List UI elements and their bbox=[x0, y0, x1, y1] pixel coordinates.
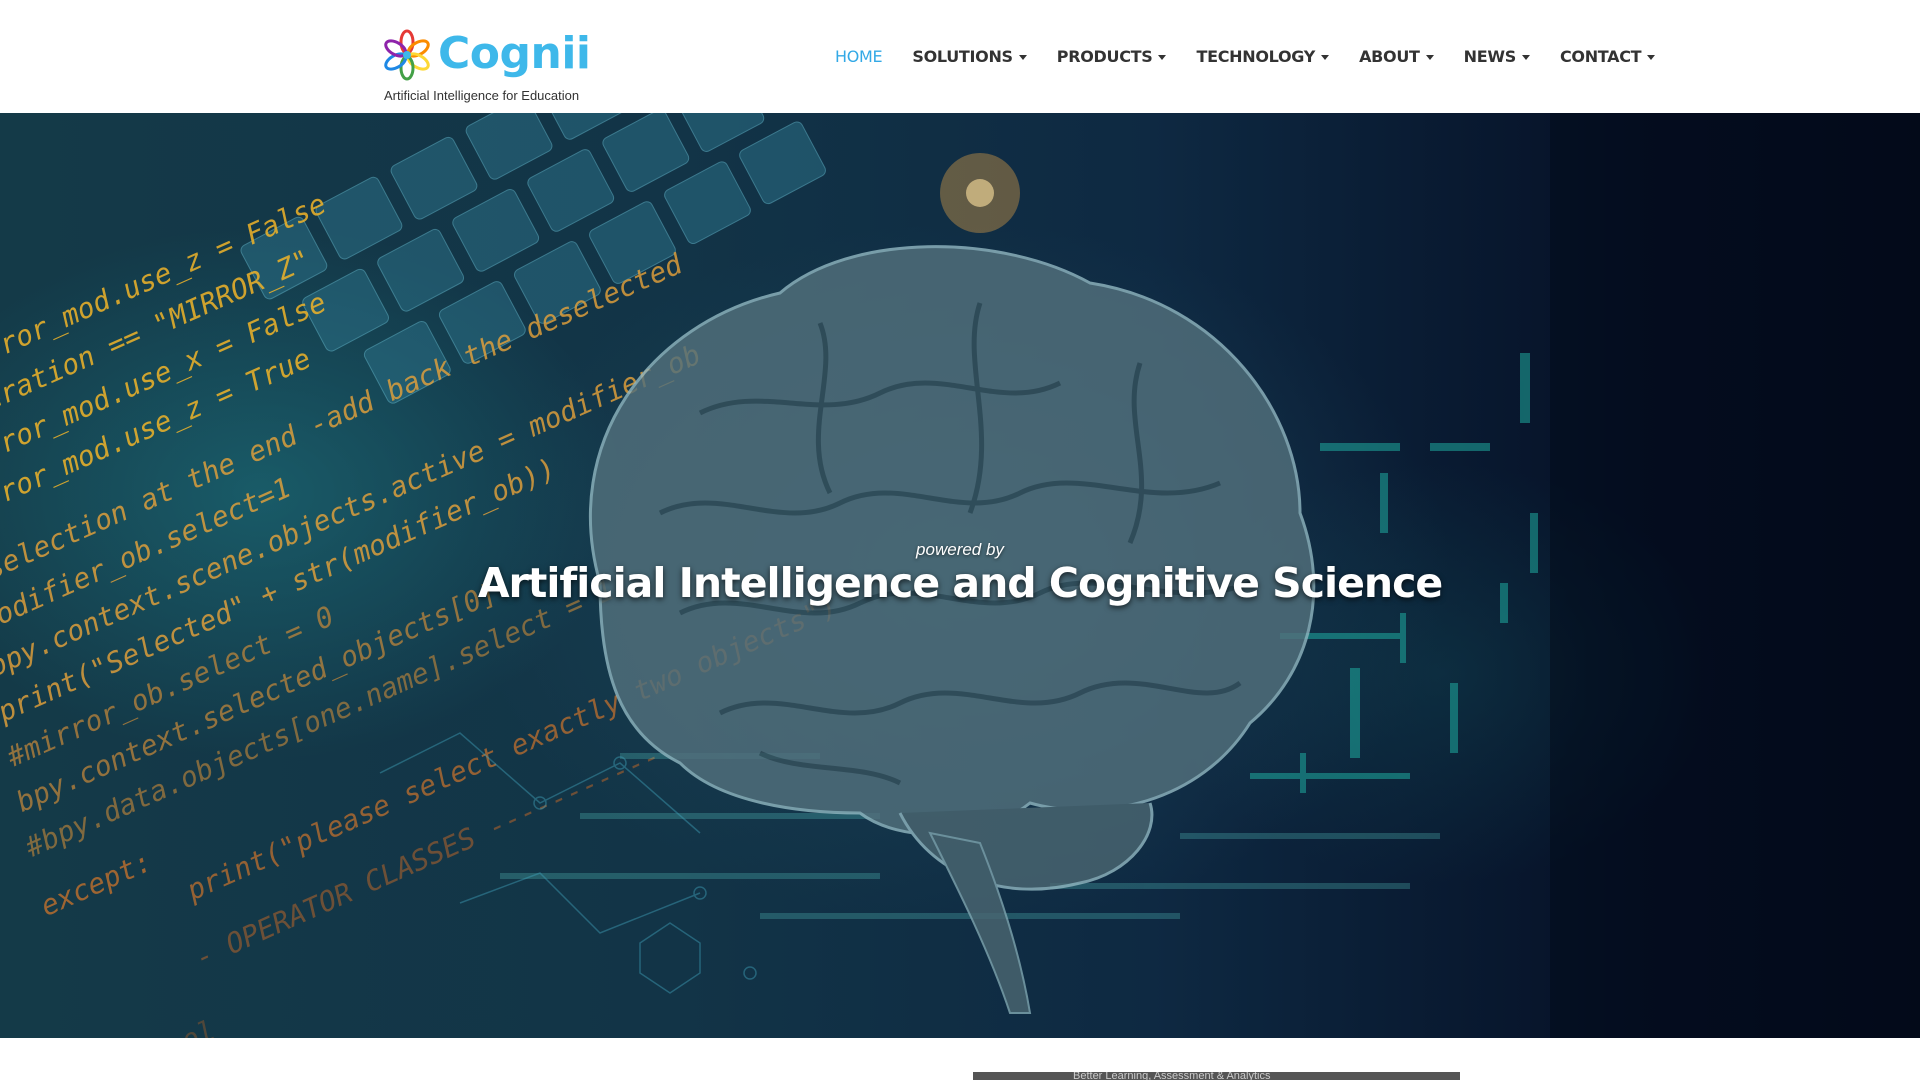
logo-petal bbox=[399, 55, 415, 81]
nav-solutions-label: SOLUTIONS bbox=[912, 47, 1013, 66]
video-thumbnail[interactable]: Better Learning, Assessment & Analytics bbox=[973, 1072, 1460, 1080]
brand-logo[interactable]: Cognii Artificial Intelligence for Educa… bbox=[384, 26, 591, 106]
video-caption: Better Learning, Assessment & Analytics bbox=[1073, 1072, 1271, 1080]
nav-home-label: HOME bbox=[835, 47, 883, 66]
logo-flower-icon bbox=[384, 29, 430, 81]
caret-down-icon bbox=[1018, 55, 1027, 60]
caret-down-icon bbox=[1647, 55, 1656, 60]
main-nav: HOME SOLUTIONS PRODUCTS TECHNOLOGY ABOUT… bbox=[820, 0, 1670, 113]
nav-products[interactable]: PRODUCTS bbox=[1057, 37, 1167, 77]
caret-down-icon bbox=[1521, 55, 1530, 60]
hero-headline: Artificial Intelligence and Cognitive Sc… bbox=[477, 559, 1443, 607]
logo-petal bbox=[399, 29, 415, 55]
logo-center bbox=[403, 51, 411, 59]
nav-products-label: PRODUCTS bbox=[1056, 47, 1153, 66]
nav-about[interactable]: ABOUT bbox=[1359, 37, 1434, 77]
hero-text-block: powered by Artificial Intelligence and C… bbox=[0, 113, 1920, 1038]
brand-tagline: Artificial Intelligence for Education bbox=[384, 88, 580, 103]
brand-name: Cognii bbox=[438, 28, 591, 79]
nav-news[interactable]: NEWS bbox=[1464, 37, 1530, 77]
nav-technology[interactable]: TECHNOLOGY bbox=[1196, 37, 1330, 77]
content-section: Better Learning, Assessment & Analytics bbox=[0, 1038, 1920, 1080]
nav-news-label: NEWS bbox=[1463, 47, 1517, 66]
caret-down-icon bbox=[1425, 55, 1434, 60]
nav-about-label: ABOUT bbox=[1359, 47, 1420, 66]
nav-technology-label: TECHNOLOGY bbox=[1196, 47, 1316, 66]
nav-solutions[interactable]: SOLUTIONS bbox=[912, 37, 1027, 77]
nav-contact[interactable]: CONTACT bbox=[1559, 37, 1656, 77]
nav-home[interactable]: HOME bbox=[835, 37, 883, 77]
hero-kicker: powered by bbox=[916, 540, 1004, 559]
site-header: Cognii Artificial Intelligence for Educa… bbox=[0, 0, 1920, 113]
nav-contact-label: CONTACT bbox=[1559, 47, 1642, 66]
hero-banner: mirror_mod.use_z = False operation == "M… bbox=[0, 113, 1920, 1038]
caret-down-icon bbox=[1321, 55, 1330, 60]
caret-down-icon bbox=[1158, 55, 1167, 60]
